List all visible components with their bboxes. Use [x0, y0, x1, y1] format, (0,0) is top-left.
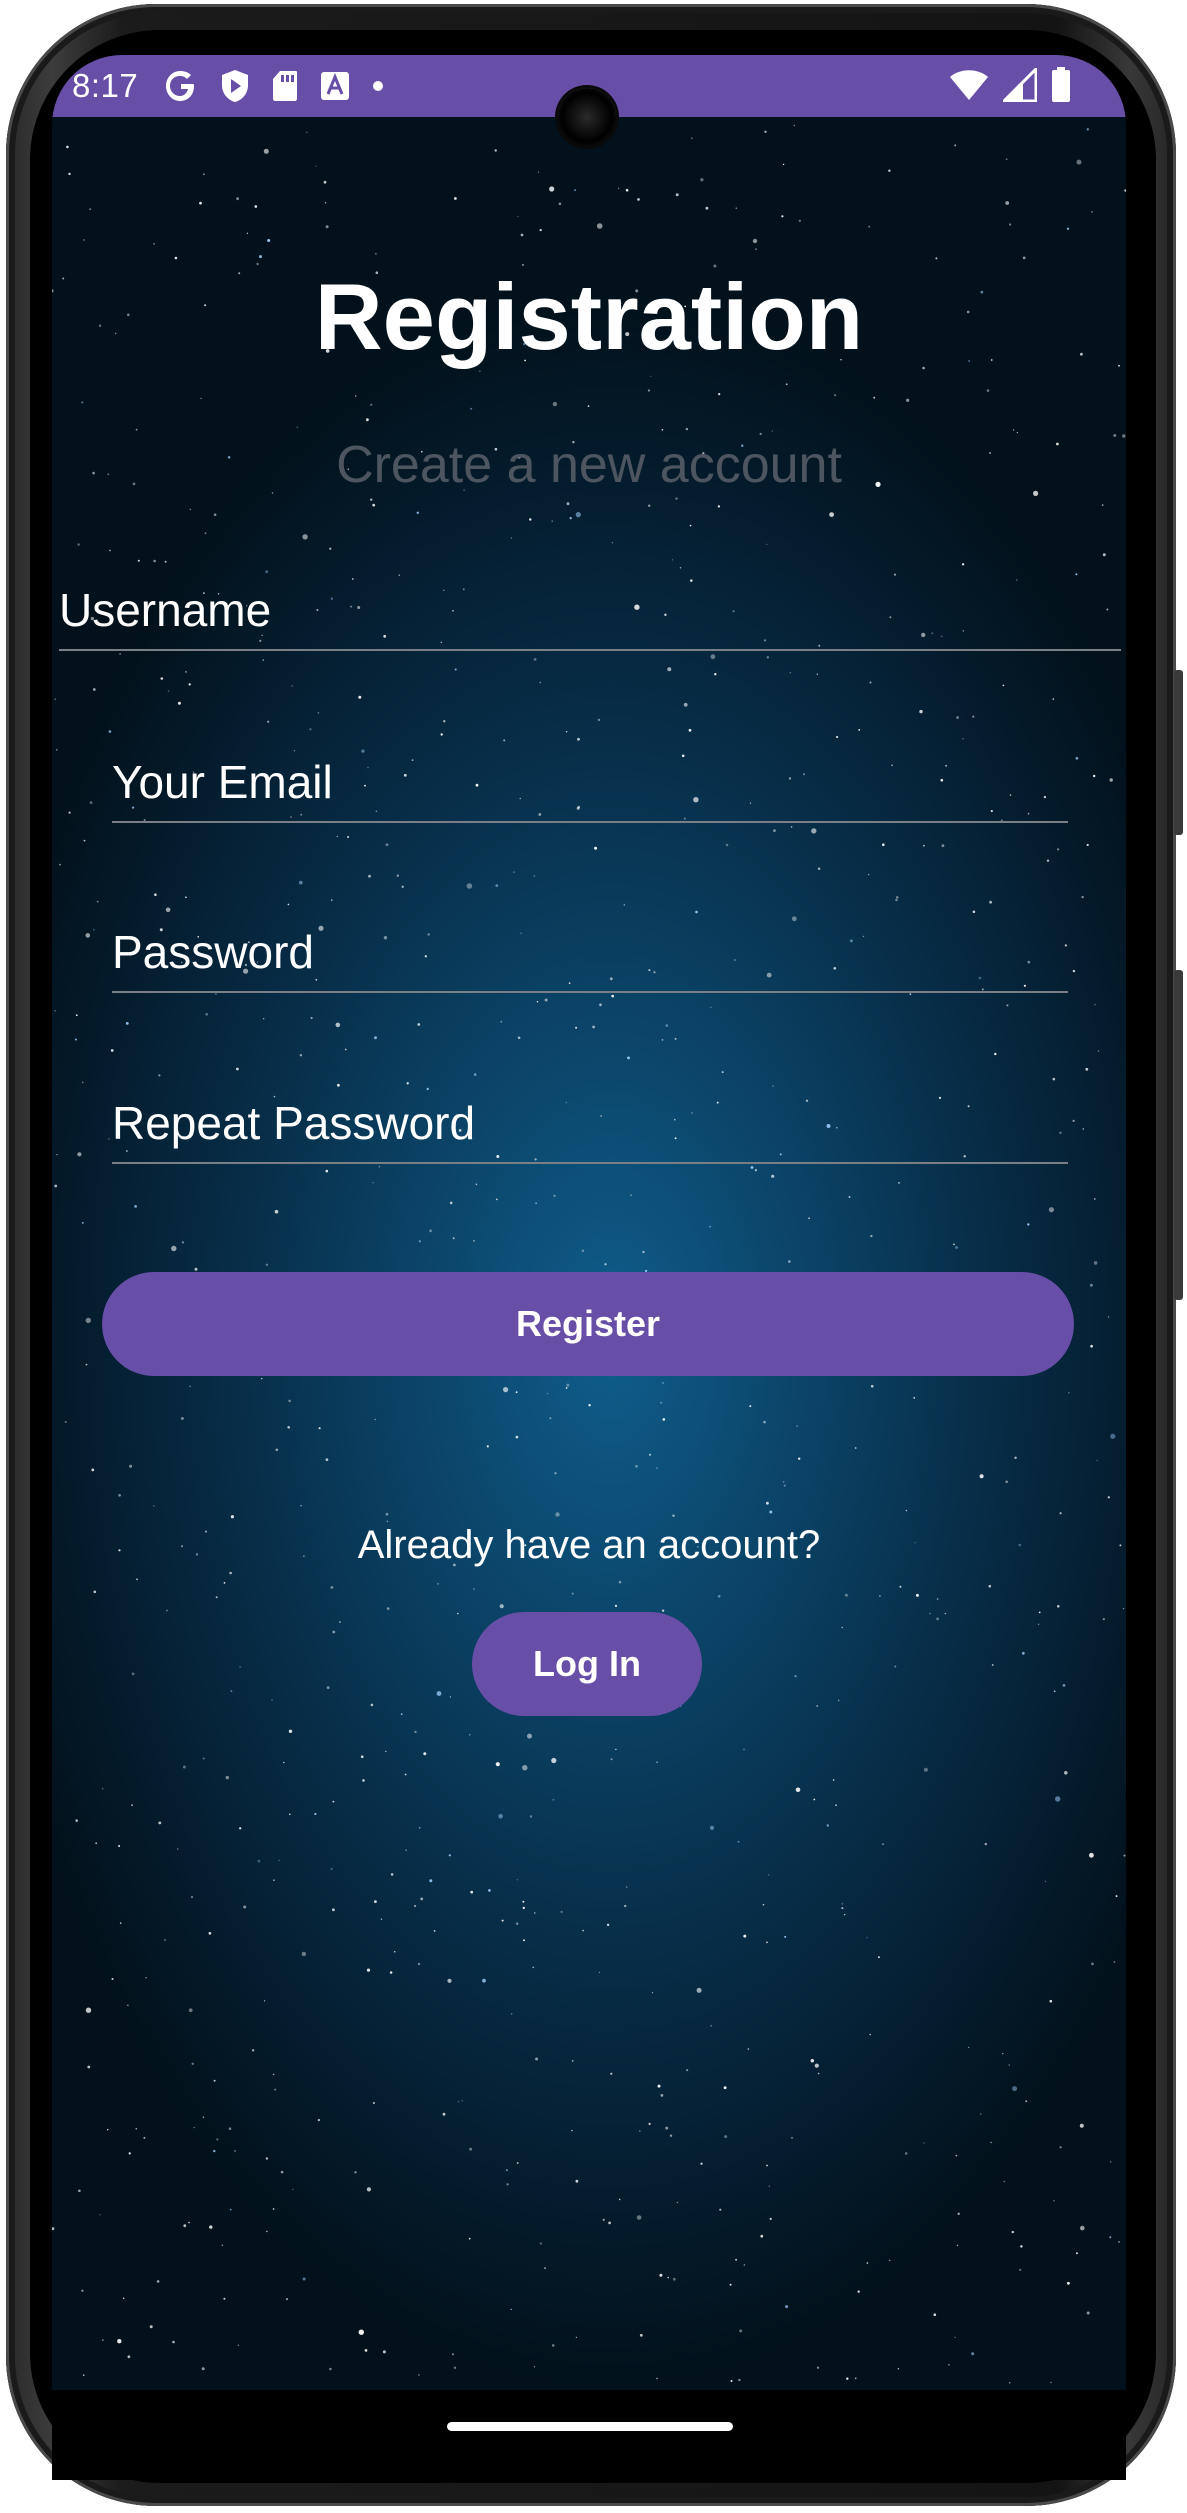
- password-field[interactable]: Password: [112, 917, 1068, 993]
- phone-device: 8:17 Registration Create a new account U…: [0, 0, 1187, 2513]
- already-have-account-text: Already have an account?: [357, 1523, 821, 1567]
- app-screen: 8:17 Registration Create a new account U…: [52, 55, 1126, 2390]
- username-field[interactable]: Username: [59, 575, 1121, 651]
- repeat-password-placeholder: Repeat Password: [112, 1097, 476, 1149]
- power-button: [1174, 970, 1183, 1300]
- password-placeholder: Password: [112, 926, 314, 978]
- registration-form: Registration Create a new account Userna…: [52, 55, 1126, 2390]
- volume-button: [1174, 670, 1183, 835]
- home-gesture-handle[interactable]: [447, 2422, 733, 2431]
- repeat-password-field[interactable]: Repeat Password: [112, 1088, 1068, 1164]
- email-placeholder: Your Email: [112, 756, 333, 808]
- navigation-bar: [52, 2390, 1126, 2480]
- email-field[interactable]: Your Email: [112, 747, 1068, 823]
- register-button[interactable]: Register: [102, 1272, 1074, 1376]
- username-placeholder: Username: [59, 584, 272, 636]
- page-subtitle: Create a new account: [336, 436, 842, 494]
- page-title: Registration: [314, 264, 864, 369]
- login-button[interactable]: Log In: [472, 1612, 702, 1716]
